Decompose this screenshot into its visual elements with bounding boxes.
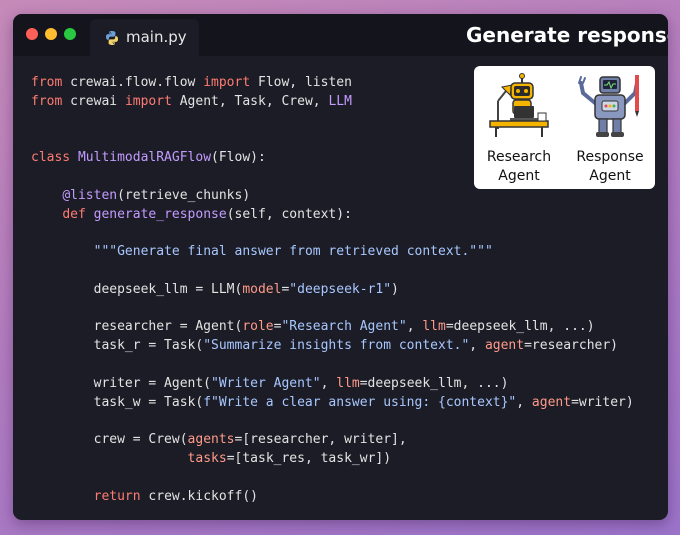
code-token: (retrieve_chunks) — [117, 187, 251, 203]
code-token: def — [62, 206, 86, 222]
response-agent-label-line1: Response — [576, 149, 644, 165]
close-window-button[interactable] — [26, 28, 38, 40]
code-token: "Research Agent" — [281, 319, 407, 335]
code-token: ) — [391, 281, 399, 297]
code-token: agent — [484, 338, 525, 354]
python-file-icon — [106, 31, 118, 45]
code-line: task_r = Task("Summarize insights from c… — [31, 337, 634, 356]
code-token: return — [93, 488, 141, 504]
code-token: llm — [336, 375, 360, 391]
tab-label: main.py — [126, 28, 187, 46]
response-agent: Response Agent — [565, 66, 655, 189]
code-token: model — [242, 281, 282, 297]
code-token: , — [469, 338, 485, 354]
research-agent-label: Research Agent — [474, 148, 564, 186]
code-token: =deepseek_llm, ...) — [445, 319, 595, 335]
page-title: Generate response — [466, 23, 668, 47]
code-token: , — [516, 394, 532, 410]
code-line: return crew.kickoff() — [31, 488, 634, 507]
code-token: =researcher) — [524, 338, 619, 354]
code-token: =[task_res, task_wr]) — [226, 450, 392, 466]
code-token: , — [406, 319, 423, 335]
code-token: LLM — [328, 93, 352, 109]
maximize-window-button[interactable] — [64, 28, 76, 40]
code-token: crewai.flow.flow — [62, 75, 204, 90]
code-token: crewai — [62, 93, 125, 109]
response-agent-label: Response Agent — [565, 148, 655, 186]
code-line: deepseek_llm = LLM(model="deepseek-r1") — [31, 281, 634, 300]
code-token: "Writer Agent" — [211, 375, 321, 391]
code-token: agents — [187, 432, 235, 448]
code-line: researcher = Agent(role="Research Agent"… — [31, 318, 634, 337]
code-token: =[researcher, writer], — [234, 432, 407, 448]
code-line: def generate_response(self, context): — [31, 206, 634, 225]
editor-window: main.py Generate response from crewai.fl… — [13, 14, 668, 520]
code-line: tasks=[task_res, task_wr]) — [31, 450, 634, 469]
code-token: =writer) — [571, 394, 634, 410]
response-robot-icon — [578, 75, 639, 137]
code-token: class — [31, 150, 71, 166]
code-token: agent — [531, 394, 572, 410]
code-token: "deepseek-r1" — [289, 281, 392, 297]
code-token: f"Write a clear answer using: {context}" — [203, 394, 517, 410]
code-token: Flow, listen — [250, 75, 352, 90]
file-tab-main-py[interactable]: main.py — [90, 19, 199, 56]
code-line: writer = Agent("Writer Agent", llm=deeps… — [31, 375, 634, 394]
code-line: task_w = Task(f"Write a clear answer usi… — [31, 394, 634, 413]
code-token: """Generate final answer from retrieved … — [93, 244, 493, 260]
code-line: crew = Crew(agents=[researcher, writer], — [31, 431, 634, 450]
code-token: researcher = Agent( — [31, 319, 243, 335]
response-agent-label-line2: Agent — [589, 168, 631, 184]
code-token: llm — [422, 319, 446, 335]
code-line: """Generate final answer from retrieved … — [31, 243, 634, 262]
code-token: tasks — [187, 450, 227, 466]
code-token: import — [203, 75, 251, 90]
code-token: generate_response — [93, 206, 227, 222]
code-token: deepseek_llm = LLM( — [31, 281, 243, 297]
code-token: import — [124, 93, 172, 109]
code-token: task_w = Task( — [31, 394, 204, 410]
code-token: Agent, Task, Crew, — [171, 93, 329, 109]
research-agent: Research Agent — [474, 66, 564, 189]
research-robot-icon — [489, 73, 549, 137]
code-token: role — [242, 319, 274, 335]
code-token: MultimodalRAGFlow — [77, 150, 212, 166]
code-token: , — [320, 375, 337, 391]
code-token: task_r = Task( — [31, 338, 204, 354]
code-token: writer = Agent( — [31, 375, 212, 391]
code-token: (Flow): — [211, 150, 266, 166]
code-token: =deepseek_llm, ...) — [359, 375, 509, 391]
code-token: from — [31, 93, 63, 109]
code-token: "Summarize insights from context." — [203, 338, 470, 354]
agents-card: Research Agent Response Agent — [474, 66, 655, 189]
code-token: @listen — [62, 187, 118, 203]
code-token: crew = Crew( — [31, 432, 188, 448]
research-agent-label-line1: Research — [486, 149, 552, 165]
code-token: (self, context): — [226, 206, 352, 222]
code-line: @listen(retrieve_chunks) — [31, 187, 634, 206]
research-agent-label-line2: Agent — [498, 168, 540, 184]
minimize-window-button[interactable] — [45, 28, 57, 40]
code-token: crew.kickoff() — [140, 488, 258, 504]
code-token: from — [31, 75, 63, 90]
